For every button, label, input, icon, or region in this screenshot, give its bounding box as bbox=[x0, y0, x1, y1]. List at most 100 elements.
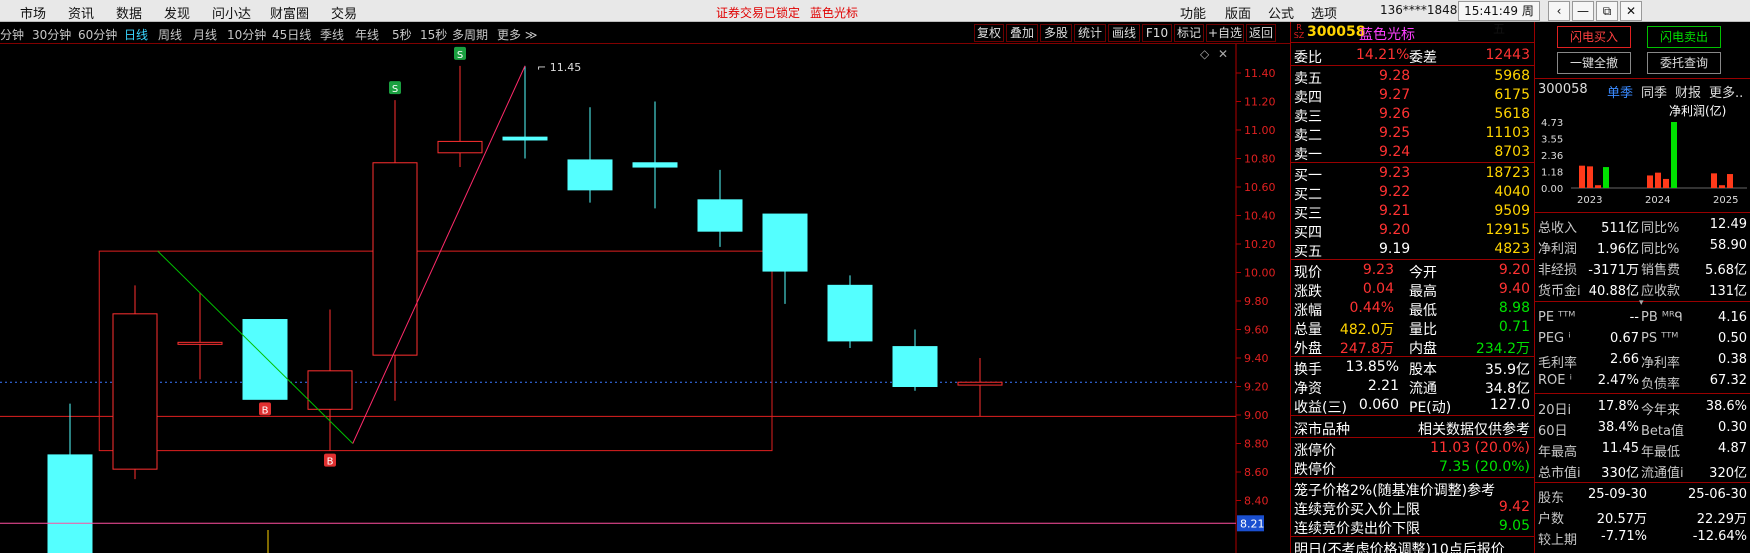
stat-value: 2.21 bbox=[1367, 378, 1399, 394]
candle-body bbox=[307, 370, 353, 410]
ask-row: 卖一 9.24 8703 bbox=[1291, 143, 1534, 163]
chart-tool-统计[interactable]: 统计 bbox=[1074, 24, 1106, 42]
chart-tool-返回[interactable]: 返回 bbox=[1246, 24, 1276, 42]
user-account[interactable]: 136****1848 bbox=[1380, 3, 1457, 17]
fin-y-tick: 4.73 bbox=[1541, 118, 1563, 129]
period-60分钟[interactable]: 60分钟 bbox=[78, 26, 117, 43]
chart-tool-多股[interactable]: 多股 bbox=[1040, 24, 1072, 42]
fin-b-row: ROE ⁱ 2.47% 负债率 67.32 bbox=[1535, 371, 1750, 393]
fin-tab-单季[interactable]: 单季 bbox=[1607, 82, 1633, 101]
period-5秒[interactable]: 5秒 bbox=[392, 26, 412, 43]
fin-b-label2: 净利率 bbox=[1641, 356, 1681, 371]
fin-tab-更多..[interactable]: 更多.. bbox=[1709, 82, 1743, 101]
y-tick-label: 8.80 bbox=[1244, 438, 1269, 451]
chart-tool-+自选[interactable]: +自选 bbox=[1206, 24, 1244, 42]
period-多周期[interactable]: 多周期 bbox=[452, 26, 488, 43]
candle-body bbox=[567, 159, 613, 191]
bid-volume: 4040 bbox=[1494, 184, 1530, 200]
period-年线[interactable]: 年线 bbox=[355, 26, 379, 43]
fin-a-label: 总收入 bbox=[1538, 221, 1578, 236]
stat-label: 外盘 bbox=[1294, 341, 1322, 357]
chart-tool-画线[interactable]: 画线 bbox=[1108, 24, 1140, 42]
stat-label: 股本 bbox=[1409, 362, 1437, 378]
period-月线[interactable]: 月线 bbox=[193, 26, 217, 43]
bid-price: 9.19 bbox=[1379, 241, 1411, 257]
period-更多[interactable]: 更多 ≫ bbox=[497, 26, 537, 43]
ask-volume: 6175 bbox=[1494, 87, 1530, 103]
finance-panel: 闪电买入 闪电卖出 一键全撤 委托查询 300058 单季 同季 财报 更多.. 净利润(亿) 4.… bbox=[1534, 22, 1750, 553]
fin-c-value2: 4.87 bbox=[1718, 441, 1747, 456]
stat-value: 0.04 bbox=[1362, 281, 1394, 297]
period-30分钟[interactable]: 30分钟 bbox=[32, 26, 71, 43]
bid-row: 买三 9.21 9509 bbox=[1291, 202, 1534, 222]
period-15秒[interactable]: 15秒 bbox=[420, 26, 447, 43]
menu-4[interactable]: 问小达 bbox=[212, 3, 251, 22]
fin-b-value: 2.47% bbox=[1597, 373, 1639, 388]
menu-5[interactable]: 财富圈 bbox=[270, 3, 309, 22]
menu-1[interactable]: 资讯 bbox=[68, 3, 94, 22]
fin-expand-icon[interactable]: ▾ bbox=[1639, 298, 1644, 308]
chart-tool-复权[interactable]: 复权 bbox=[974, 24, 1004, 42]
period-分钟[interactable]: 分钟 bbox=[0, 26, 24, 43]
tool-3[interactable]: 选项 bbox=[1311, 3, 1337, 22]
stat-value: 127.0 bbox=[1489, 397, 1530, 413]
fin-b-value2: 0.38 bbox=[1718, 352, 1747, 367]
candle-body bbox=[242, 319, 288, 400]
limit-value: 11.03 (20.0%) bbox=[1430, 440, 1530, 456]
bid-price: 9.21 bbox=[1379, 203, 1411, 219]
period-周线[interactable]: 周线 bbox=[158, 26, 182, 43]
fin-b-label2: PS ᵀᵀᴹ bbox=[1641, 331, 1679, 346]
bid-row: 买二 9.22 4040 bbox=[1291, 183, 1534, 203]
bid-label: 买五 bbox=[1294, 244, 1322, 260]
limits-sep bbox=[1291, 477, 1534, 478]
tool-0[interactable]: 功能 bbox=[1180, 3, 1206, 22]
stats2-sep bbox=[1291, 415, 1534, 416]
weibi-label: 委比 bbox=[1294, 50, 1322, 66]
menu-3[interactable]: 发现 bbox=[164, 3, 190, 22]
tool-1[interactable]: 版面 bbox=[1225, 3, 1251, 22]
fin-a-row: 总收入 511亿 同比% 12.49 bbox=[1535, 215, 1750, 237]
ask-volume: 5618 bbox=[1494, 106, 1530, 122]
order-query-button[interactable]: 委托查询 bbox=[1647, 52, 1721, 74]
signal-marker-S: S bbox=[454, 46, 466, 61]
chart-tool-叠加[interactable]: 叠加 bbox=[1006, 24, 1038, 42]
notice-stock: 蓝色光标 bbox=[810, 6, 859, 20]
stock-name: 蓝色光标 bbox=[1359, 27, 1415, 43]
back-icon[interactable]: ‹ bbox=[1548, 1, 1570, 21]
ask-volume: 8703 bbox=[1494, 144, 1530, 160]
restore-icon[interactable]: ⧉ bbox=[1596, 1, 1618, 21]
period-10分钟[interactable]: 10分钟 bbox=[227, 26, 266, 43]
close-icon[interactable]: ✕ bbox=[1620, 1, 1642, 21]
chart-tool-F10[interactable]: F10 bbox=[1142, 24, 1172, 42]
bid-price: 9.23 bbox=[1379, 165, 1411, 181]
stats-sep bbox=[1291, 356, 1534, 357]
period-日线[interactable]: 日线 bbox=[124, 26, 148, 43]
cancel-all-button[interactable]: 一键全撤 bbox=[1557, 52, 1631, 74]
menu-6[interactable]: 交易 bbox=[331, 3, 357, 22]
chart-tool-标记[interactable]: 标记 bbox=[1174, 24, 1204, 42]
stat-label: 总量 bbox=[1294, 322, 1322, 338]
ask-label: 卖二 bbox=[1294, 128, 1322, 144]
period-季线[interactable]: 季线 bbox=[320, 26, 344, 43]
candlestick-chart[interactable]: 11.40 11.20 11.00 10.80 10.60 10.40 10.20 10.00… bbox=[0, 44, 1290, 553]
fin-b-label: ROE ⁱ bbox=[1538, 373, 1572, 388]
menu-2[interactable]: 数据 bbox=[116, 3, 142, 22]
minimize-icon[interactable]: — bbox=[1572, 1, 1594, 21]
fin-a-label: 货币金i bbox=[1538, 284, 1581, 299]
stat-label: 涨幅 bbox=[1294, 303, 1322, 319]
market-note: 相关数据仅供参考 bbox=[1418, 422, 1530, 438]
stat-value: 0.44% bbox=[1349, 300, 1394, 316]
menu-0[interactable]: 市场 bbox=[20, 3, 46, 22]
tool-2[interactable]: 公式 bbox=[1268, 3, 1294, 22]
flash-buy-button[interactable]: 闪电买入 bbox=[1557, 26, 1631, 48]
cage-row: 笼子价格2%(随基准价调整)参考 bbox=[1291, 479, 1534, 499]
fin-bar bbox=[1647, 175, 1653, 188]
fin-a-label2: 应收款 bbox=[1641, 284, 1681, 299]
flash-sell-button[interactable]: 闪电卖出 bbox=[1647, 26, 1721, 48]
fin-year-label: 2023 bbox=[1577, 195, 1602, 206]
fin-tab-同季[interactable]: 同季 bbox=[1641, 82, 1667, 101]
stat-value: 35.9亿 bbox=[1484, 362, 1530, 378]
fin-d-value2: 25-06-30 bbox=[1687, 487, 1747, 502]
fin-tab-财报[interactable]: 财报 bbox=[1675, 82, 1701, 101]
period-45日线[interactable]: 45日线 bbox=[272, 26, 311, 43]
